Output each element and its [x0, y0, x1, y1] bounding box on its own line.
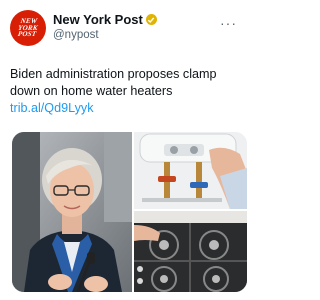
media-grid: [12, 132, 247, 292]
tweet-body: Biden administration proposes clamp down…: [10, 67, 217, 98]
more-options-icon[interactable]: ···: [220, 16, 237, 30]
woman-speaking-photo[interactable]: [12, 132, 132, 292]
tweet-link[interactable]: trib.al/Qd9Lyyk: [10, 101, 94, 115]
gas-stove-photo[interactable]: [134, 211, 247, 292]
account-name-row[interactable]: New York Post: [53, 12, 157, 27]
account-handle[interactable]: @nypost: [53, 29, 157, 41]
avatar[interactable]: NEW YORK POST: [10, 10, 46, 46]
avatar-logo-text: NEW YORK POST: [17, 17, 39, 38]
tweet-header: NEW YORK POST New York Post @nypost ···: [10, 8, 239, 48]
account-names: New York Post @nypost: [53, 12, 157, 41]
tweet-text: Biden administration proposes clamp down…: [10, 66, 242, 117]
display-name[interactable]: New York Post: [53, 12, 143, 27]
media-right-column: [134, 132, 247, 292]
water-heater-photo[interactable]: [134, 132, 247, 209]
verified-badge-icon: [145, 14, 157, 25]
